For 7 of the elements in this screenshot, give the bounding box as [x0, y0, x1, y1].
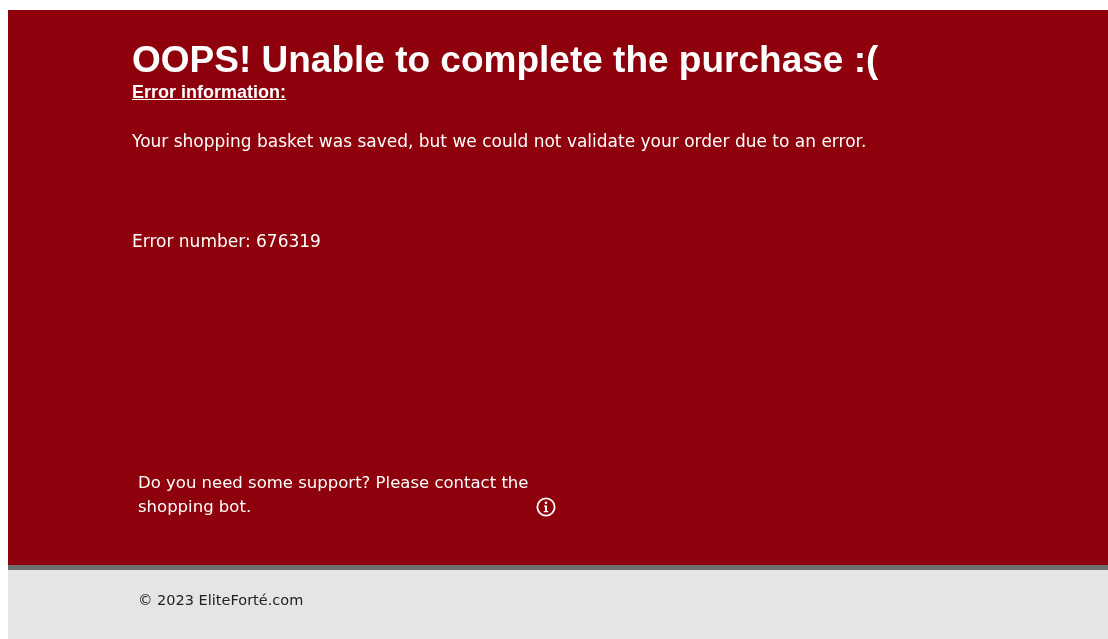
error-message: Your shopping basket was saved, but we could not validate your order due to an error.: [132, 131, 867, 151]
support-text: Do you need some support? Please contact the shopping bot.: [138, 472, 530, 518]
error-number: Error number: 676319: [132, 231, 321, 251]
error-title: OOPS! Unable to complete the purchase :(: [132, 38, 879, 82]
info-icon[interactable]: [536, 497, 556, 517]
copyright-text: © 2023 EliteForté.com: [138, 592, 304, 608]
error-subtitle: Error information:: [132, 82, 286, 103]
